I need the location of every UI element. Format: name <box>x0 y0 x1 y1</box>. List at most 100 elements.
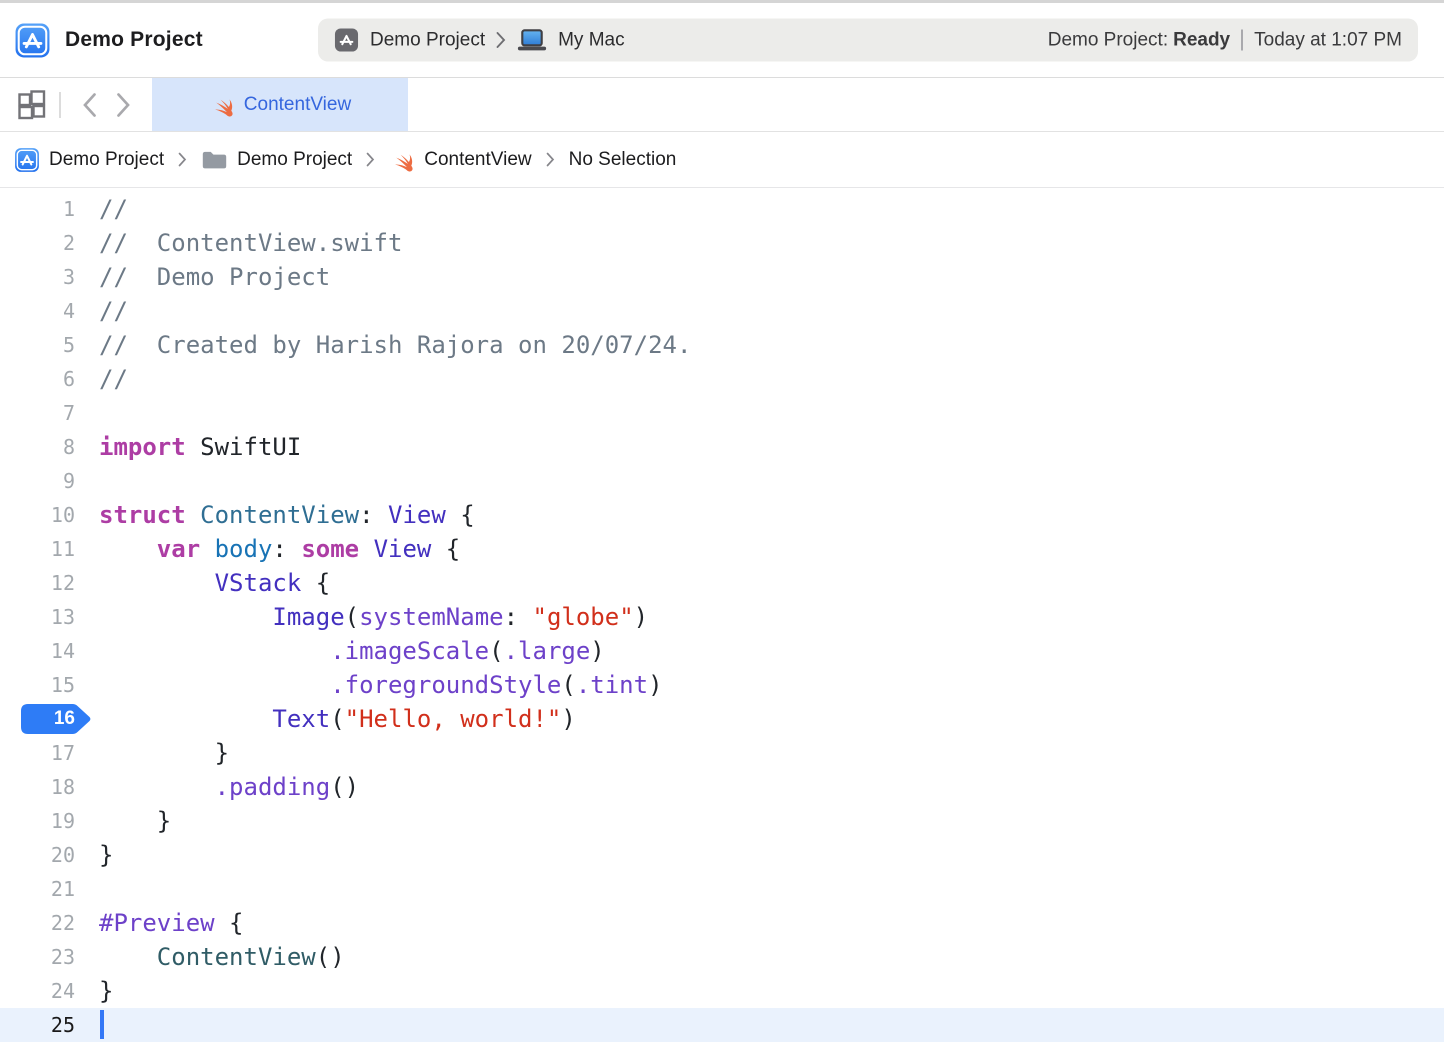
code-line[interactable]: 10struct ContentView: View { <box>0 498 1444 532</box>
code-line[interactable]: 6// <box>0 362 1444 396</box>
code-text[interactable]: ContentView() <box>75 940 1444 974</box>
code-text[interactable]: // Demo Project <box>75 260 1444 294</box>
code-line[interactable]: 21 <box>0 872 1444 906</box>
line-number[interactable]: 12 <box>0 566 75 600</box>
code-line[interactable]: 16 Text("Hello, world!") <box>0 702 1444 736</box>
line-number[interactable]: 23 <box>0 940 75 974</box>
line-number[interactable]: 14 <box>0 634 75 668</box>
code-text[interactable]: Image(systemName: "globe") <box>75 600 1444 634</box>
code-line[interactable]: 15 .foregroundStyle(.tint) <box>0 668 1444 702</box>
code-line[interactable]: 24} <box>0 974 1444 1008</box>
scheme-destination-label[interactable]: My Mac <box>558 29 625 51</box>
code-text[interactable]: // <box>75 192 1444 226</box>
code-text[interactable]: #Preview { <box>75 906 1444 940</box>
navigate-forward-icon[interactable] <box>109 89 137 121</box>
code-text[interactable]: .foregroundStyle(.tint) <box>75 668 1444 702</box>
code-text[interactable]: } <box>75 838 1444 872</box>
line-number[interactable]: 3 <box>0 260 75 294</box>
code-text[interactable]: } <box>75 974 1444 1008</box>
code-line[interactable]: 11 var body: some View { <box>0 532 1444 566</box>
line-number[interactable]: 13 <box>0 600 75 634</box>
breadcrumb-selection[interactable]: No Selection <box>569 149 677 171</box>
swift-file-icon <box>389 147 415 173</box>
code-line[interactable]: 1// <box>0 192 1444 226</box>
code-area[interactable]: 1//2// ContentView.swift3// Demo Project… <box>0 188 1444 1042</box>
scheme-selector[interactable]: Demo Project My Mac <box>334 28 625 53</box>
navigate-back-icon[interactable] <box>75 89 103 121</box>
code-line[interactable]: 22#Preview { <box>0 906 1444 940</box>
line-number[interactable]: 15 <box>0 668 75 702</box>
app-icon <box>14 147 40 173</box>
code-line[interactable]: 14 .imageScale(.large) <box>0 634 1444 668</box>
line-number[interactable]: 24 <box>0 974 75 1008</box>
breadcrumb-label: No Selection <box>569 149 677 171</box>
status-divider <box>1241 30 1243 51</box>
code-text[interactable]: .padding() <box>75 770 1444 804</box>
code-text[interactable]: // Created by Harish Rajora on 20/07/24. <box>75 328 1444 362</box>
line-number[interactable]: 5 <box>0 328 75 362</box>
scheme-app-icon <box>334 28 359 53</box>
code-text[interactable]: // <box>75 362 1444 396</box>
code-text[interactable]: // <box>75 294 1444 328</box>
line-number[interactable]: 4 <box>0 294 75 328</box>
line-number[interactable]: 10 <box>0 498 75 532</box>
code-text[interactable] <box>75 872 1444 906</box>
code-line[interactable]: 7 <box>0 396 1444 430</box>
status-state: Ready <box>1173 29 1230 51</box>
code-line[interactable]: 17 } <box>0 736 1444 770</box>
line-number[interactable]: 8 <box>0 430 75 464</box>
code-text[interactable]: struct ContentView: View { <box>75 498 1444 532</box>
code-line[interactable]: 18 .padding() <box>0 770 1444 804</box>
code-line[interactable]: 13 Image(systemName: "globe") <box>0 600 1444 634</box>
line-number[interactable]: 9 <box>0 464 75 498</box>
breadcrumb-group[interactable]: Demo Project <box>201 149 352 171</box>
code-text[interactable]: .imageScale(.large) <box>75 634 1444 668</box>
code-text[interactable]: } <box>75 736 1444 770</box>
code-text[interactable]: var body: some View { <box>75 532 1444 566</box>
my-mac-icon <box>517 28 547 52</box>
breadcrumb-file[interactable]: ContentView <box>389 147 531 173</box>
line-number[interactable]: 21 <box>0 872 75 906</box>
code-line[interactable]: 9 <box>0 464 1444 498</box>
code-line[interactable]: 2// ContentView.swift <box>0 226 1444 260</box>
xcode-project-app-icon <box>14 22 51 59</box>
code-line[interactable]: 20} <box>0 838 1444 872</box>
code-line[interactable]: 19 } <box>0 804 1444 838</box>
line-number[interactable]: 19 <box>0 804 75 838</box>
code-text[interactable]: VStack { <box>75 566 1444 600</box>
line-number[interactable]: 7 <box>0 396 75 430</box>
breakpoint-badge[interactable]: 16 <box>20 703 92 735</box>
code-line[interactable]: 4// <box>0 294 1444 328</box>
code-text[interactable] <box>75 464 1444 498</box>
related-items-icon[interactable] <box>16 89 48 121</box>
chevron-right-icon <box>178 152 187 167</box>
jump-bar: Demo Project Demo Project ContentView No… <box>0 132 1444 188</box>
line-number[interactable]: 20 <box>0 838 75 872</box>
code-line[interactable]: 12 VStack { <box>0 566 1444 600</box>
scheme-project-label[interactable]: Demo Project <box>370 29 485 51</box>
line-number[interactable]: 2 <box>0 226 75 260</box>
line-number[interactable]: 11 <box>0 532 75 566</box>
line-number[interactable]: 17 <box>0 736 75 770</box>
code-text[interactable]: Text("Hello, world!") <box>75 702 1444 736</box>
tab-contentview[interactable]: ContentView <box>152 78 408 131</box>
code-text[interactable]: import SwiftUI <box>75 430 1444 464</box>
code-text[interactable]: } <box>75 804 1444 838</box>
breadcrumb-project[interactable]: Demo Project <box>14 147 164 173</box>
line-number[interactable]: 1 <box>0 192 75 226</box>
line-number[interactable]: 18 <box>0 770 75 804</box>
breadcrumb-label: Demo Project <box>237 149 352 171</box>
code-line[interactable]: 3// Demo Project <box>0 260 1444 294</box>
code-text[interactable] <box>75 1008 1444 1042</box>
code-text[interactable]: // ContentView.swift <box>75 226 1444 260</box>
line-number[interactable]: 22 <box>0 906 75 940</box>
code-line[interactable]: 25 <box>0 1008 1444 1042</box>
code-line[interactable]: 23 ContentView() <box>0 940 1444 974</box>
code-line[interactable]: 5// Created by Harish Rajora on 20/07/24… <box>0 328 1444 362</box>
breadcrumb-label: ContentView <box>424 149 531 171</box>
code-text[interactable] <box>75 396 1444 430</box>
line-number[interactable]: 16 <box>0 702 75 736</box>
line-number[interactable]: 25 <box>0 1008 75 1042</box>
line-number[interactable]: 6 <box>0 362 75 396</box>
code-line[interactable]: 8import SwiftUI <box>0 430 1444 464</box>
